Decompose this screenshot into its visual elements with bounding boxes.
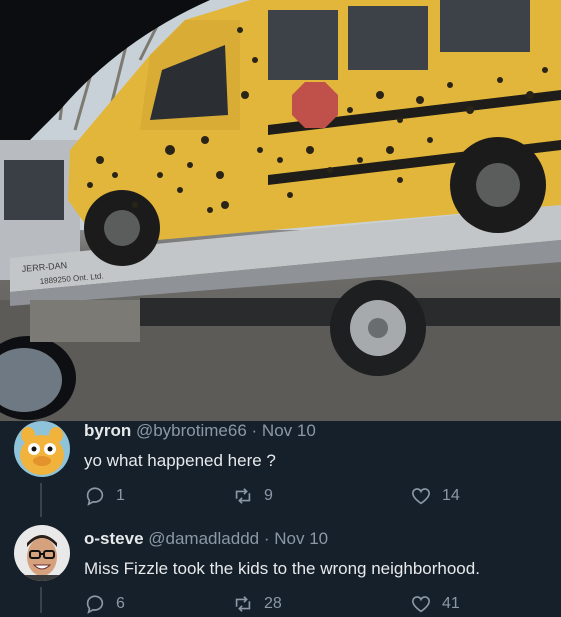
- separator: ·: [263, 529, 270, 548]
- reply-count: 1: [116, 487, 125, 504]
- tweet-header: o-steve @damadladdd · Nov 10: [84, 529, 328, 549]
- reply-button[interactable]: 1: [84, 485, 125, 507]
- reply-button[interactable]: 6: [84, 593, 125, 615]
- thread-line: [40, 587, 42, 613]
- like-count: 14: [442, 487, 460, 504]
- like-button[interactable]: 14: [410, 485, 460, 507]
- tweet-reply-byron[interactable]: byron @bybrotime66 · Nov 10 yo what happ…: [0, 421, 561, 517]
- avatar-byron[interactable]: [14, 421, 70, 477]
- bus-on-tow-truck-image: JERR-DAN 1889250 Ont. Ltd.: [0, 0, 561, 421]
- tweet-actions: 1 9 14: [84, 485, 484, 509]
- like-count: 41: [442, 595, 460, 612]
- reply-count: 6: [116, 595, 125, 612]
- separator: ·: [251, 421, 258, 440]
- display-name[interactable]: byron: [84, 421, 131, 440]
- tweet-text: yo what happened here ?: [84, 451, 276, 470]
- like-button[interactable]: 41: [410, 593, 460, 615]
- thread-line: [40, 483, 42, 517]
- tweet-actions: 6 28 41: [84, 593, 484, 617]
- display-name[interactable]: o-steve: [84, 529, 144, 548]
- heart-icon: [411, 596, 431, 613]
- avatar-image: [20, 427, 64, 475]
- avatar-o-steve[interactable]: [14, 525, 70, 581]
- tweet-reply-o-steve[interactable]: o-steve @damadladdd · Nov 10 Miss Fizzle…: [0, 525, 561, 614]
- retweet-icon: [235, 596, 251, 612]
- handle[interactable]: @bybrotime66: [136, 421, 247, 440]
- tweet-date[interactable]: Nov 10: [262, 421, 316, 440]
- reply-icon: [86, 487, 104, 506]
- tweet-date[interactable]: Nov 10: [274, 529, 328, 548]
- tweet-photo[interactable]: JERR-DAN 1889250 Ont. Ltd.: [0, 0, 561, 421]
- retweet-icon: [235, 488, 251, 504]
- heart-icon: [411, 488, 431, 505]
- retweet-count: 28: [264, 595, 282, 612]
- tweet-header: byron @bybrotime66 · Nov 10: [84, 421, 316, 441]
- tweet-text: Miss Fizzle took the kids to the wrong n…: [84, 559, 480, 578]
- avatar-image: [24, 535, 60, 581]
- retweet-button[interactable]: 9: [232, 485, 273, 507]
- handle[interactable]: @damadladdd: [148, 529, 259, 548]
- retweet-button[interactable]: 28: [232, 593, 282, 615]
- retweet-count: 9: [264, 487, 273, 504]
- reply-icon: [86, 595, 104, 614]
